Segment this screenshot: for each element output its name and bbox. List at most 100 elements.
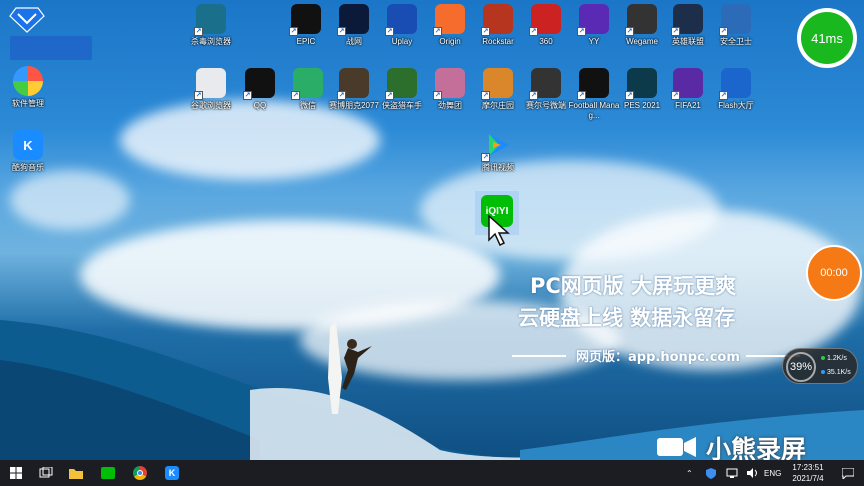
tray-volume[interactable] bbox=[746, 460, 758, 486]
software-manager-icon bbox=[13, 66, 43, 96]
shortcut-arrow-icon: ↗ bbox=[337, 91, 346, 100]
promo-divider-left bbox=[512, 355, 566, 357]
desktop-icon-row2-app-icon: ↗ bbox=[337, 68, 369, 100]
kugou-icon: K bbox=[13, 130, 43, 160]
desktop-icon-tencent-video[interactable]: ↗ 腾讯视频 bbox=[470, 130, 526, 173]
desktop-icon-row2-app-icon: ↗ bbox=[291, 68, 323, 100]
ping-widget[interactable]: 41ms bbox=[797, 8, 857, 68]
shortcut-arrow-icon: ↗ bbox=[625, 27, 634, 36]
shortcut-arrow-icon: ↗ bbox=[529, 91, 538, 100]
desktop-icon-row1-app-icon: ↗ bbox=[671, 4, 703, 36]
desktop-icon-row1-0[interactable]: ↗ 杀毒浏览器 bbox=[183, 4, 239, 47]
tencent-pc-manager-widget[interactable] bbox=[4, 4, 96, 62]
desktop-icon-row2-0[interactable]: ↗ 谷歌浏览器 bbox=[183, 68, 239, 111]
desktop-icon-row2-app-icon: ↗ bbox=[719, 68, 751, 100]
desktop-icon-row2-app-icon: ↗ bbox=[385, 68, 417, 100]
desktop-icon-label: 安全卫士 bbox=[720, 37, 752, 46]
desktop-icon-row1-app-icon: ↗ bbox=[385, 4, 417, 36]
surfer-figure bbox=[328, 322, 372, 414]
desktop-icon-row1-app-icon: ↗ bbox=[577, 4, 609, 36]
tencent-video-icon: ↗ bbox=[481, 130, 513, 162]
file-explorer-button[interactable] bbox=[66, 463, 86, 483]
desktop-icon-row2-app-icon: ↗ bbox=[194, 68, 226, 100]
cloud bbox=[10, 170, 130, 230]
upload-dot-icon bbox=[821, 356, 825, 360]
tray-language[interactable]: ENG bbox=[764, 460, 781, 486]
tray-network[interactable] bbox=[726, 460, 738, 486]
desktop-icon-row1-app-icon: ↗ bbox=[625, 4, 657, 36]
chrome-icon bbox=[133, 466, 147, 480]
shortcut-arrow-icon: ↗ bbox=[243, 91, 252, 100]
shortcut-arrow-icon: ↗ bbox=[481, 153, 490, 162]
cloud bbox=[120, 100, 380, 180]
shield-icon bbox=[706, 467, 716, 479]
promo-headline-1: PC网页版 大屏玩更爽 bbox=[530, 274, 737, 298]
desktop-icon-software-manager[interactable]: 软件管理 bbox=[0, 66, 56, 109]
speaker-icon bbox=[747, 468, 757, 478]
video-camera-icon bbox=[657, 437, 696, 457]
shortcut-arrow-icon: ↗ bbox=[194, 27, 203, 36]
network-monitor[interactable]: 39% 1.2K/s 35.1K/s bbox=[782, 348, 858, 384]
desktop-icon-row1-app-icon: ↗ bbox=[337, 4, 369, 36]
task-view-icon bbox=[39, 467, 53, 478]
shortcut-arrow-icon: ↗ bbox=[385, 91, 394, 100]
shortcut-arrow-icon: ↗ bbox=[385, 27, 394, 36]
notification-icon bbox=[842, 467, 854, 479]
folder-icon bbox=[69, 468, 83, 479]
mouse-cursor bbox=[488, 214, 510, 247]
clock-date: 2021/7/4 bbox=[792, 474, 824, 483]
desktop-icon-row1-app-icon: ↗ bbox=[481, 4, 513, 36]
shortcut-arrow-icon: ↗ bbox=[481, 27, 490, 36]
download-dot-icon bbox=[821, 370, 825, 374]
cpu-usage: 39% bbox=[786, 352, 816, 382]
desktop-icon-label: Flash大厅 bbox=[718, 101, 754, 110]
notification-center-button[interactable] bbox=[842, 460, 854, 486]
promo-url: 网页版：app.honpc.com bbox=[576, 350, 740, 365]
shortcut-arrow-icon: ↗ bbox=[194, 91, 203, 100]
windows-logo-icon bbox=[10, 467, 22, 479]
tray-clock[interactable]: 17:23:51 2021/7/4 bbox=[784, 462, 832, 484]
shortcut-arrow-icon: ↗ bbox=[577, 91, 586, 100]
desktop-icon-kugou[interactable]: K 酷狗音乐 bbox=[0, 130, 56, 173]
taskbar-iqiyi-button[interactable] bbox=[98, 463, 118, 483]
start-button[interactable] bbox=[6, 463, 26, 483]
tray-overflow-chevron[interactable]: ⌃ bbox=[686, 460, 693, 486]
desktop-icon-row2-11[interactable]: ↗ Flash大厅 bbox=[708, 68, 764, 111]
desktop-icon-row2-app-icon: ↗ bbox=[481, 68, 513, 100]
promo-headline-2: 云硬盘上线 数据永留存 bbox=[518, 306, 736, 330]
clock-time: 17:23:51 bbox=[792, 463, 824, 472]
download-speed: 35.1K/s bbox=[821, 369, 851, 376]
shortcut-arrow-icon: ↗ bbox=[625, 91, 634, 100]
shortcut-arrow-icon: ↗ bbox=[529, 27, 538, 36]
shortcut-arrow-icon: ↗ bbox=[671, 27, 680, 36]
shortcut-arrow-icon: ↗ bbox=[289, 27, 298, 36]
desktop-icon-row2-app-icon: ↗ bbox=[577, 68, 609, 100]
recording-timer[interactable]: 00:00 bbox=[806, 245, 862, 301]
desktop-icon-label: 杀毒浏览器 bbox=[191, 37, 231, 46]
iqiyi-icon bbox=[101, 467, 115, 479]
desktop-icon-row2-app-icon: ↗ bbox=[243, 68, 275, 100]
desktop-icon-row1-10[interactable]: ↗ 安全卫士 bbox=[708, 4, 764, 47]
shortcut-arrow-icon: ↗ bbox=[719, 91, 728, 100]
desktop-icon-row2-app-icon: ↗ bbox=[671, 68, 703, 100]
shortcut-arrow-icon: ↗ bbox=[433, 91, 442, 100]
desktop-icon-row1-app-icon: ↗ bbox=[529, 4, 561, 36]
shortcut-arrow-icon: ↗ bbox=[577, 27, 586, 36]
task-view-button[interactable] bbox=[36, 463, 56, 483]
desktop-icon-row1-app-icon: ↗ bbox=[433, 4, 465, 36]
kugou-icon: K bbox=[165, 466, 179, 480]
desktop-icon-label: 谷歌浏览器 bbox=[191, 101, 231, 110]
taskbar: K ⌃ ENG 17:23:51 2021/7/4 bbox=[0, 460, 864, 486]
taskbar-kugou-button[interactable]: K bbox=[162, 463, 182, 483]
shortcut-arrow-icon: ↗ bbox=[671, 91, 680, 100]
ping-value: 41ms bbox=[801, 12, 853, 64]
network-icon bbox=[726, 468, 738, 478]
shortcut-arrow-icon: ↗ bbox=[291, 91, 300, 100]
desktop-icon-row2-app-icon: ↗ bbox=[433, 68, 465, 100]
tray-security-icon[interactable] bbox=[706, 460, 716, 486]
desktop-icon-row1-app-icon: ↗ bbox=[194, 4, 226, 36]
taskbar-chrome-button[interactable] bbox=[130, 463, 150, 483]
shortcut-arrow-icon: ↗ bbox=[719, 27, 728, 36]
shortcut-arrow-icon: ↗ bbox=[433, 27, 442, 36]
upload-speed: 1.2K/s bbox=[821, 355, 847, 362]
